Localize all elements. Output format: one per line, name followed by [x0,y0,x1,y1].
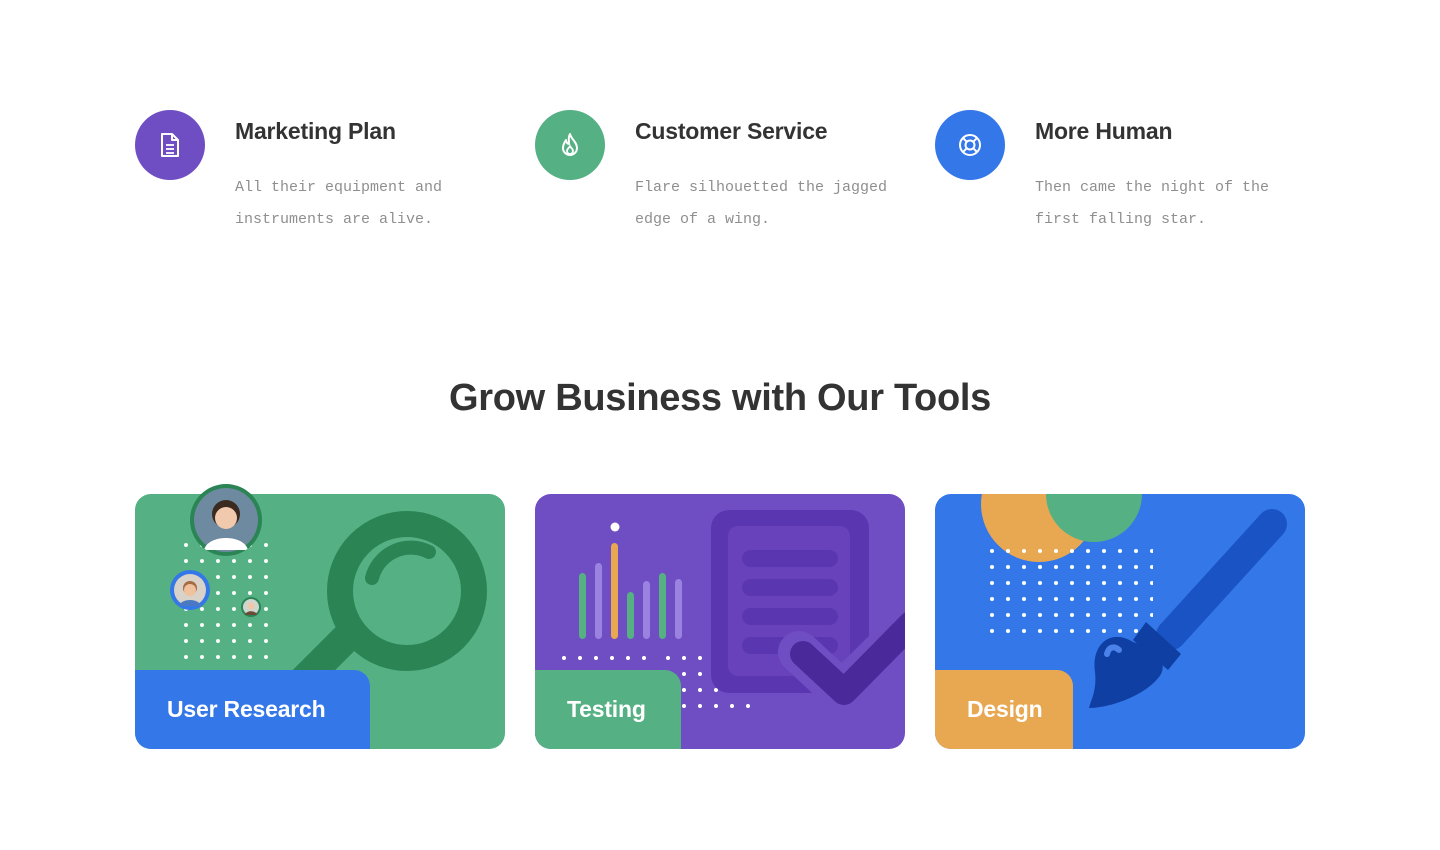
checklist-icon [711,510,905,713]
card-design[interactable]: Design [935,494,1305,749]
feature-customer-service: Customer Service Flare silhouetted the j… [535,110,915,240]
feature-description: Flare silhouetted the jagged edge of a w… [635,179,888,228]
card-label: Design [967,696,1043,722]
avatar [170,570,210,610]
card-testing[interactable]: Testing [535,494,905,749]
magnifier-icon [285,511,487,699]
feature-title: Marketing Plan [235,118,396,144]
feature-icon-circle [935,110,1005,180]
section-title: Grow Business with Our Tools [449,377,991,419]
flame-icon [562,133,578,156]
card-user-research[interactable]: User Research [135,494,505,749]
feature-marketing-plan: Marketing Plan All their equipment and i… [135,110,515,240]
bar-chart-icon [579,543,682,639]
document-icon [161,133,179,157]
avatar [190,484,262,556]
feature-title: More Human [1035,118,1173,144]
lifebuoy-icon [959,134,981,156]
feature-more-human: More Human Then came the night of the fi… [935,110,1315,240]
feature-description: All their equipment and instruments are … [235,179,443,228]
avatar [241,597,261,617]
feature-description: Then came the night of the first falling… [1035,179,1270,228]
feature-title: Customer Service [635,118,828,144]
card-label: Testing [567,696,646,722]
feature-icon-circle [535,110,605,180]
feature-icon-circle [135,110,205,180]
card-label: User Research [167,696,326,722]
